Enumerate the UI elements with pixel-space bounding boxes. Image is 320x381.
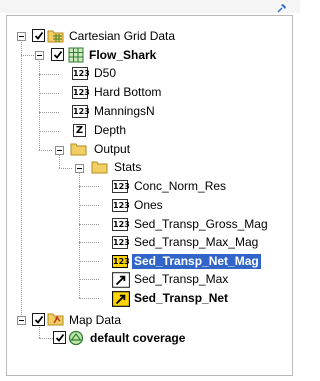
tree-item-sed-transp-gross-mag[interactable]: Sed_Transp_Gross_Mag	[132, 217, 270, 232]
tree-line	[39, 93, 59, 94]
tree-item-map-data[interactable]: Map Data	[67, 313, 123, 328]
dataset-icon: 123	[112, 218, 130, 231]
checkbox[interactable]	[32, 313, 45, 326]
tree-line	[59, 168, 72, 169]
tree-item-sed-transp-max-mag[interactable]: Sed_Transp_Max_Mag	[132, 235, 260, 250]
tree-item-conc-norm-res[interactable]: Conc_Norm_Res	[132, 179, 228, 194]
tree-item-default-coverage[interactable]: default coverage	[88, 331, 187, 346]
tree-item-depth[interactable]: Depth	[92, 123, 128, 138]
tree-line	[79, 186, 99, 187]
cartesian-grid-folder-icon	[47, 30, 64, 43]
tree-line	[79, 261, 99, 262]
tree-line	[39, 131, 59, 132]
tree-line	[39, 150, 52, 151]
dataset-icon: 123	[72, 67, 90, 80]
collapse-expander[interactable]	[75, 164, 84, 173]
pin-icon[interactable]	[276, 2, 288, 14]
tree-item-output[interactable]: Output	[92, 142, 132, 157]
dataset-icon: 123	[112, 255, 130, 268]
tree-line	[21, 34, 22, 321]
tree-item-manningsn[interactable]: ManningsN	[92, 104, 157, 119]
collapse-expander[interactable]	[55, 146, 64, 155]
checkbox[interactable]	[53, 331, 66, 344]
tree-item-ones[interactable]: Ones	[132, 198, 165, 213]
tree-line	[39, 74, 59, 75]
tree-item-cartesian-grid-data[interactable]: Cartesian Grid Data	[67, 29, 177, 44]
tree-line	[79, 242, 99, 243]
collapse-expander[interactable]	[17, 316, 26, 325]
folder-icon	[70, 143, 87, 156]
dataset-icon: 123	[112, 180, 130, 193]
grid-icon	[68, 47, 84, 63]
tree-item-sed-transp-max[interactable]: Sed_Transp_Max	[132, 272, 230, 287]
tree-line	[79, 205, 99, 206]
collapse-expander[interactable]	[35, 51, 44, 60]
panel-title-strip	[0, 0, 300, 13]
tree-item-stats[interactable]: Stats	[112, 160, 143, 175]
tree-item-sed-transp-net-mag[interactable]: Sed_Transp_Net_Mag	[132, 254, 261, 269]
checkbox[interactable]	[32, 29, 45, 42]
dataset-icon: 123	[112, 236, 130, 249]
tree-line	[79, 224, 99, 225]
dataset-icon: 123	[72, 86, 90, 99]
tree-item-hard-bottom[interactable]: Hard Bottom	[92, 85, 163, 100]
tree-line	[39, 112, 59, 113]
vector-dataset-icon	[112, 291, 130, 307]
folder-icon	[91, 161, 108, 174]
checkbox[interactable]	[51, 48, 64, 61]
tree-line	[39, 54, 40, 150]
elevation-icon: Z	[73, 124, 86, 137]
coverage-icon	[68, 330, 84, 346]
vector-dataset-icon	[112, 272, 130, 288]
dataset-icon: 123	[112, 199, 130, 212]
map-data-folder-icon	[47, 313, 64, 326]
tree-line	[21, 55, 34, 56]
tree-line	[79, 298, 99, 299]
tree-item-flow-shark[interactable]: Flow_Shark	[87, 48, 158, 63]
tree-line	[39, 338, 53, 339]
tree-line	[79, 279, 99, 280]
collapse-expander[interactable]	[17, 32, 26, 41]
tree-item-sed-transp-net[interactable]: Sed_Transp_Net	[132, 291, 230, 306]
tree-item-d50[interactable]: D50	[92, 66, 118, 81]
dataset-icon: 123	[72, 105, 90, 118]
